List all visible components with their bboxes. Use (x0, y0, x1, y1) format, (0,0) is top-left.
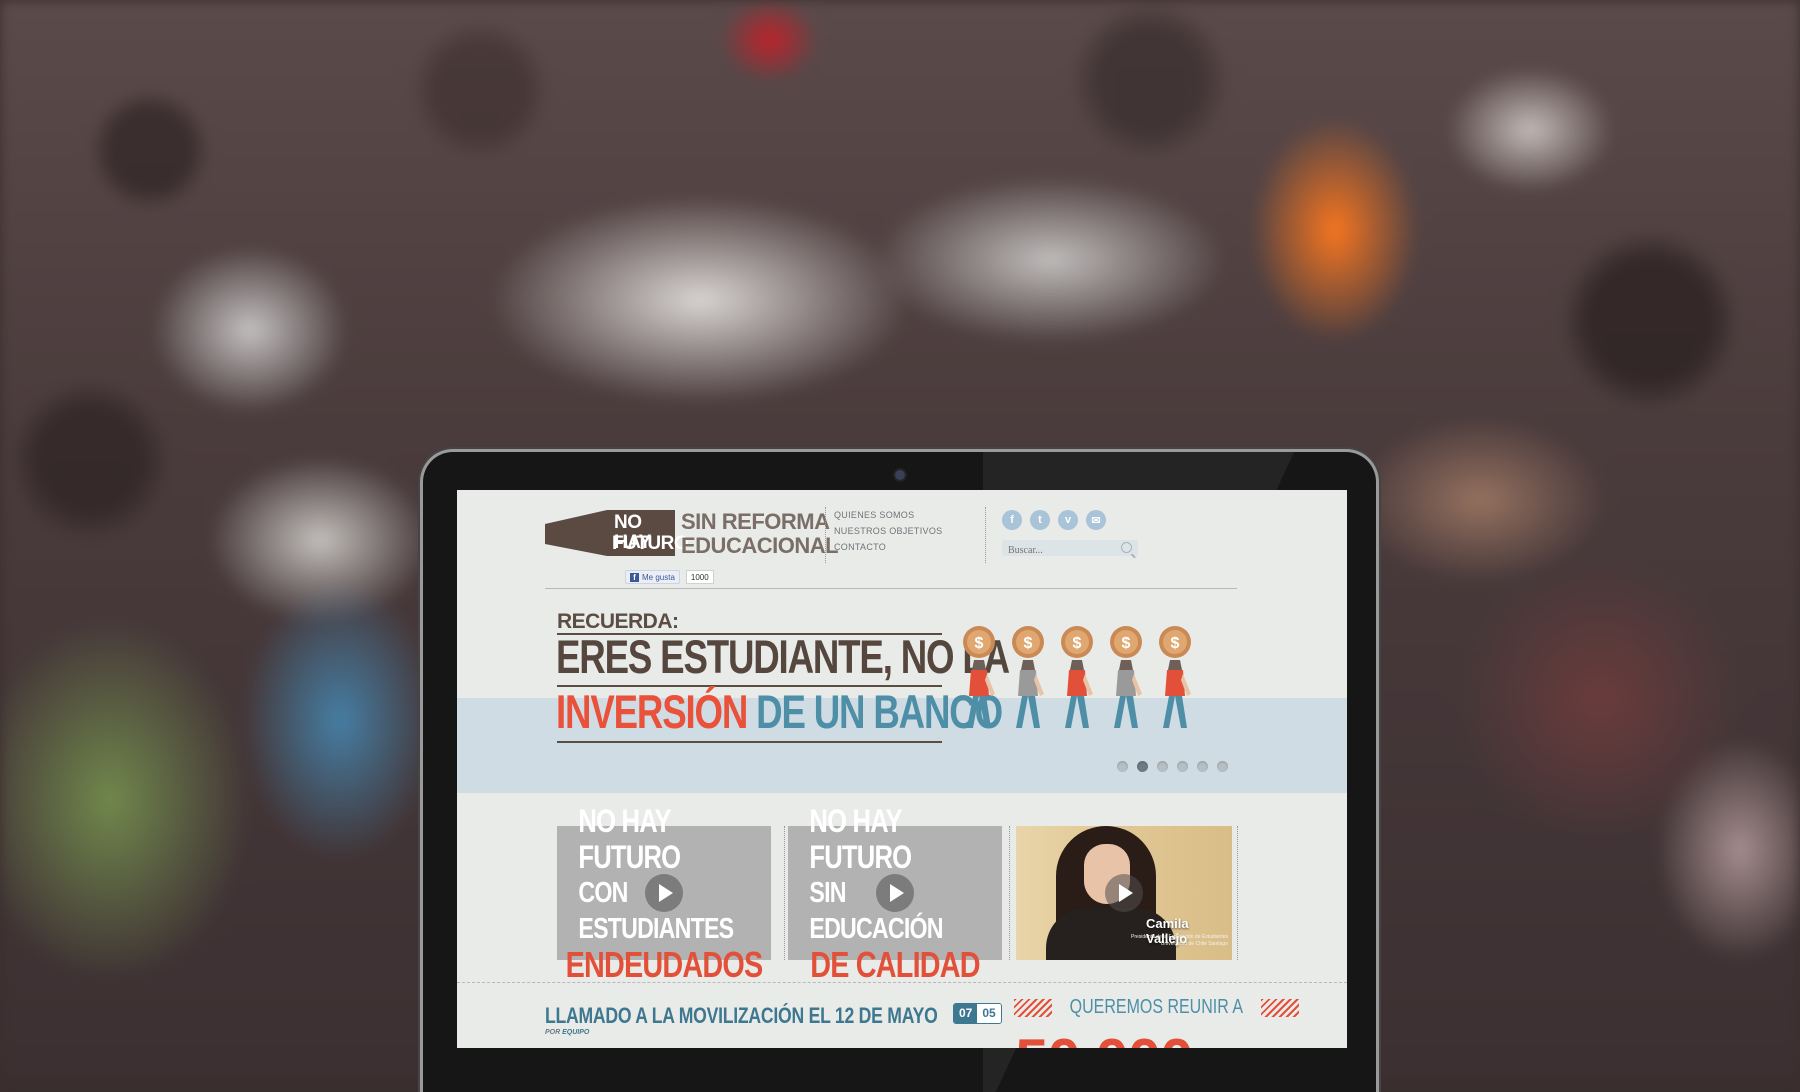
main-nav: QUIENES SOMOS NUESTROS OBJETIVOS CONTACT… (825, 507, 942, 563)
facebook-icon[interactable]: f (1002, 510, 1022, 530)
goal-heading: QUEREMOS REUNIR A (1014, 996, 1299, 1019)
decorative-hatch-left (1014, 998, 1052, 1017)
social-icons: f t v ✉ (1002, 510, 1138, 530)
nav-item-quienes-somos[interactable]: QUIENES SOMOS (834, 507, 942, 523)
nav-item-nuestros-objetivos[interactable]: NUESTROS OBJETIVOS (834, 523, 942, 539)
slider-dot-2[interactable] (1137, 761, 1148, 772)
video-card-line1: NO HAY FUTURO (809, 803, 912, 875)
logo-text-line2: FUTURO (612, 533, 689, 554)
hero-rule-bottom (557, 741, 942, 743)
video-card-camila-vallejo[interactable]: Camila Vallejo Presidenta de la Federaci… (1016, 826, 1232, 960)
nav-item-contacto[interactable]: CONTACTO (834, 539, 942, 555)
svg-text:$: $ (1171, 635, 1180, 652)
facebook-like-widget: f Me gusta 1000 (625, 570, 714, 584)
hero-headline-line1: ERES ESTUDIANTE, NO LA (556, 630, 1010, 683)
play-icon[interactable] (1105, 874, 1143, 912)
student-figure-1: $ (963, 626, 995, 728)
student-figure-4: $ (1110, 626, 1142, 728)
header-divider (545, 588, 1237, 589)
card-separator (1237, 826, 1238, 960)
site-tagline: SIN REFORMA EDUCACIONAL (681, 509, 839, 558)
facebook-like-button[interactable]: f Me gusta (625, 570, 680, 584)
hero-highlight-word: INVERSIÓN (556, 685, 748, 738)
video-card-calidad[interactable]: NO HAY FUTURO SIN EDUCACIÓN DE CALIDAD (788, 803, 1002, 983)
vimeo-icon[interactable]: v (1058, 510, 1078, 530)
card-separator (784, 826, 785, 960)
card-separator (1009, 826, 1010, 960)
play-icon[interactable] (876, 874, 914, 912)
website-screen: NO HAY FUTURO SIN REFORMA EDUCACIONAL f … (457, 490, 1347, 1048)
svg-text:$: $ (975, 635, 984, 652)
play-icon[interactable] (645, 874, 683, 912)
site-logo[interactable]: NO HAY FUTURO (545, 510, 689, 556)
goal-number: 50.000 (1015, 1026, 1194, 1048)
news-author: POR EQUIPO (545, 1029, 589, 1036)
video-card-line1: NO HAY FUTURO (578, 803, 681, 875)
slider-pagination (1117, 761, 1228, 772)
tagline-line2: EDUCACIONAL (681, 533, 839, 558)
laptop-frame: NO HAY FUTURO SIN REFORMA EDUCACIONAL f … (423, 452, 1376, 1092)
video-card-line3: ENDEUDADOS (565, 944, 764, 985)
tagline-line1: SIN REFORMA (681, 509, 830, 534)
video-speaker-caption: Presidenta de la Federación de Estudiant… (1130, 934, 1228, 947)
svg-text:$: $ (1024, 635, 1033, 652)
decorative-hatch-right (1260, 998, 1299, 1017)
twitter-icon[interactable]: t (1030, 510, 1050, 530)
slider-dot-4[interactable] (1177, 761, 1188, 772)
svg-text:$: $ (1073, 635, 1082, 652)
student-figure-3: $ (1061, 626, 1093, 728)
video-card-line3: DE CALIDAD (810, 944, 980, 985)
section-divider (457, 982, 1347, 983)
search-icon[interactable] (1121, 542, 1132, 553)
news-author-prefix: POR (545, 1029, 561, 1036)
slider-dot-6[interactable] (1217, 761, 1228, 772)
news-author-name[interactable]: EQUIPO (562, 1029, 589, 1036)
student-figure-2: $ (1012, 626, 1044, 728)
news-headline[interactable]: LLAMADO A LA MOVILIZACIÓN EL 12 DE MAYO (545, 1003, 938, 1029)
student-figure-5: $ (1159, 626, 1191, 728)
slider-dot-1[interactable] (1117, 761, 1128, 772)
facebook-icon: f (630, 572, 639, 582)
social-and-search: f t v ✉ (985, 507, 1138, 563)
facebook-like-label: Me gusta (642, 572, 675, 582)
search-input[interactable] (1002, 542, 1124, 559)
webcam (895, 470, 905, 480)
hero-headline-line2: INVERSIÓN DE UN BANCO (556, 685, 1003, 738)
facebook-like-count: 1000 (685, 570, 714, 584)
students-carrying-coins-illustration: $ $ $ $ $ (963, 626, 1191, 728)
video-card-endeudados[interactable]: NO HAY FUTURO CON ESTUDIANTES ENDEUDADOS (557, 803, 771, 983)
goal-label: QUEREMOS REUNIR A (1069, 996, 1244, 1018)
news-date-day: 07 (954, 1004, 978, 1023)
slider-dot-3[interactable] (1157, 761, 1168, 772)
svg-text:$: $ (1122, 635, 1131, 652)
email-icon[interactable]: ✉ (1086, 510, 1106, 530)
slider-dot-5[interactable] (1197, 761, 1208, 772)
news-date-badge: 07 05 (953, 1003, 1002, 1024)
news-date-month: 05 (977, 1004, 1001, 1023)
search-box (1002, 540, 1138, 559)
